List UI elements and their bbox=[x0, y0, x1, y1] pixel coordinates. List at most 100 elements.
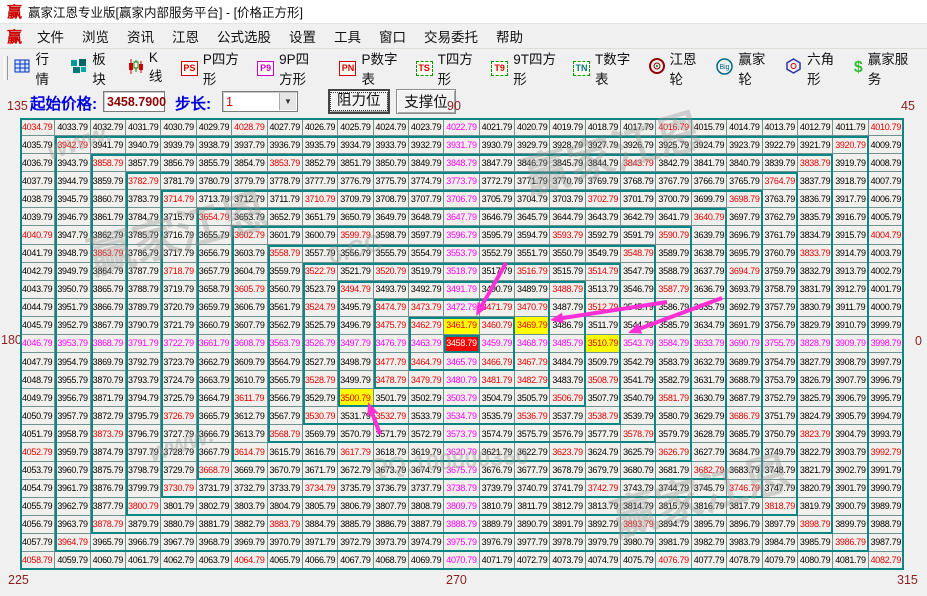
price-cell[interactable]: 3931.79 bbox=[444, 136, 479, 154]
price-cell[interactable]: 3646.79 bbox=[480, 208, 515, 226]
price-cell[interactable]: 4005.79 bbox=[869, 208, 904, 226]
price-cell[interactable]: 3586.79 bbox=[656, 299, 691, 317]
price-cell[interactable]: 3918.79 bbox=[833, 172, 868, 190]
price-cell[interactable]: 3465.79 bbox=[444, 353, 479, 371]
price-cell[interactable]: 3647.79 bbox=[444, 208, 479, 226]
price-cell[interactable]: 3561.79 bbox=[268, 299, 303, 317]
price-cell[interactable]: 3479.79 bbox=[409, 371, 444, 389]
price-cell[interactable]: 3505.79 bbox=[515, 389, 550, 407]
price-cell[interactable]: 3834.79 bbox=[798, 226, 833, 244]
price-cell[interactable]: 3995.79 bbox=[869, 389, 904, 407]
price-cell[interactable]: 3735.79 bbox=[338, 480, 373, 498]
price-cell[interactable]: 3779.79 bbox=[232, 172, 267, 190]
price-cell[interactable]: 4021.79 bbox=[480, 118, 515, 136]
price-cell[interactable]: 3471.79 bbox=[480, 299, 515, 317]
price-cell[interactable]: 4062.79 bbox=[161, 552, 196, 570]
price-cell[interactable]: 3712.79 bbox=[232, 190, 267, 208]
price-cell[interactable]: 3994.79 bbox=[869, 407, 904, 425]
price-cell[interactable]: 3825.79 bbox=[798, 389, 833, 407]
price-cell[interactable]: 3600.79 bbox=[303, 226, 338, 244]
price-cell[interactable]: 3765.79 bbox=[727, 172, 762, 190]
price-cell[interactable]: 3627.79 bbox=[692, 443, 727, 461]
price-cell[interactable]: 3656.79 bbox=[197, 245, 232, 263]
price-cell[interactable]: 3525.79 bbox=[303, 317, 338, 335]
price-cell[interactable]: 3789.79 bbox=[126, 299, 161, 317]
price-cell[interactable]: 3538.79 bbox=[586, 407, 621, 425]
price-cell[interactable]: 4030.79 bbox=[161, 118, 196, 136]
price-cell[interactable]: 3893.79 bbox=[621, 516, 656, 534]
price-cell[interactable]: 3744.79 bbox=[656, 480, 691, 498]
price-cell[interactable]: 3613.79 bbox=[232, 425, 267, 443]
price-cell[interactable]: 3653.79 bbox=[232, 208, 267, 226]
price-cell[interactable]: 3702.79 bbox=[586, 190, 621, 208]
price-cell[interactable]: 3892.79 bbox=[586, 516, 621, 534]
price-cell[interactable]: 3667.79 bbox=[197, 443, 232, 461]
price-cell[interactable]: 3859.79 bbox=[91, 172, 126, 190]
price-cell[interactable]: 3693.79 bbox=[727, 281, 762, 299]
price-cell[interactable]: 3971.79 bbox=[303, 534, 338, 552]
price-cell[interactable]: 3556.79 bbox=[338, 245, 373, 263]
price-cell[interactable]: 3978.79 bbox=[550, 534, 585, 552]
price-cell[interactable]: 3658.79 bbox=[197, 281, 232, 299]
price-cell[interactable]: 4056.79 bbox=[20, 516, 55, 534]
price-cell[interactable]: 3508.79 bbox=[586, 371, 621, 389]
price-cell[interactable]: 4025.79 bbox=[338, 118, 373, 136]
price-cell[interactable]: 3664.79 bbox=[197, 389, 232, 407]
price-cell[interactable]: 3782.79 bbox=[126, 172, 161, 190]
price-cell[interactable]: 3970.79 bbox=[268, 534, 303, 552]
price-cell[interactable]: 3501.79 bbox=[374, 389, 409, 407]
price-cell[interactable]: 4018.79 bbox=[586, 118, 621, 136]
price-cell[interactable]: 3676.79 bbox=[480, 462, 515, 480]
price-cell-highlighted[interactable]: 3510.79 bbox=[586, 335, 621, 353]
price-cell[interactable]: 3595.79 bbox=[480, 226, 515, 244]
price-cell[interactable]: 3895.79 bbox=[692, 516, 727, 534]
price-cell[interactable]: 3845.79 bbox=[550, 154, 585, 172]
price-cell[interactable]: 3938.79 bbox=[197, 136, 232, 154]
price-cell[interactable]: 3966.79 bbox=[126, 534, 161, 552]
price-cell[interactable]: 4042.79 bbox=[20, 263, 55, 281]
price-cell[interactable]: 3885.79 bbox=[338, 516, 373, 534]
price-cell[interactable]: 3548.79 bbox=[621, 245, 656, 263]
price-cell[interactable]: 3577.79 bbox=[586, 425, 621, 443]
price-cell[interactable]: 3685.79 bbox=[727, 425, 762, 443]
price-cell[interactable]: 3697.79 bbox=[727, 208, 762, 226]
price-cell[interactable]: 3714.79 bbox=[161, 190, 196, 208]
price-cell[interactable]: 3618.79 bbox=[374, 443, 409, 461]
price-cell[interactable]: 3979.79 bbox=[586, 534, 621, 552]
price-cell[interactable]: 3953.79 bbox=[55, 335, 90, 353]
menu-item-文件[interactable]: 文件 bbox=[28, 26, 73, 46]
price-cell[interactable]: 4044.79 bbox=[20, 299, 55, 317]
toolbar-item-行情[interactable]: 行情 bbox=[14, 48, 54, 88]
price-cell[interactable]: 3937.79 bbox=[232, 136, 267, 154]
price-cell[interactable]: 3943.79 bbox=[55, 154, 90, 172]
price-cell[interactable]: 3533.79 bbox=[409, 407, 444, 425]
price-cell[interactable]: 3846.79 bbox=[515, 154, 550, 172]
price-cell[interactable]: 3585.79 bbox=[656, 317, 691, 335]
price-cell[interactable]: 3760.79 bbox=[763, 245, 798, 263]
price-cell[interactable]: 3606.79 bbox=[232, 299, 267, 317]
price-cell[interactable]: 3748.79 bbox=[763, 462, 798, 480]
price-cell[interactable]: 3534.79 bbox=[444, 407, 479, 425]
price-cell[interactable]: 3934.79 bbox=[338, 136, 373, 154]
price-cell[interactable]: 3715.79 bbox=[161, 208, 196, 226]
price-cell[interactable]: 3588.79 bbox=[656, 263, 691, 281]
price-cell[interactable]: 4002.79 bbox=[869, 263, 904, 281]
price-cell[interactable]: 4007.79 bbox=[869, 172, 904, 190]
price-cell[interactable]: 3757.79 bbox=[763, 299, 798, 317]
price-cell[interactable]: 3940.79 bbox=[126, 136, 161, 154]
price-cell[interactable]: 3769.79 bbox=[586, 172, 621, 190]
price-cell[interactable]: 3486.79 bbox=[550, 317, 585, 335]
price-cell[interactable]: 3569.79 bbox=[303, 425, 338, 443]
price-cell[interactable]: 3838.79 bbox=[798, 154, 833, 172]
price-cell[interactable]: 3902.79 bbox=[833, 462, 868, 480]
price-cell[interactable]: 3740.79 bbox=[515, 480, 550, 498]
toolbar-item-P数字表[interactable]: PNP数字表 bbox=[339, 48, 398, 88]
price-cell[interactable]: 4054.79 bbox=[20, 480, 55, 498]
price-cell-highlighted[interactable]: 3461.79 bbox=[444, 317, 479, 335]
price-cell[interactable]: 3798.79 bbox=[126, 462, 161, 480]
price-cell[interactable]: 3526.79 bbox=[303, 335, 338, 353]
price-cell[interactable]: 3745.79 bbox=[692, 480, 727, 498]
price-cell[interactable]: 3788.79 bbox=[126, 281, 161, 299]
price-cell[interactable]: 3955.79 bbox=[55, 371, 90, 389]
price-cell[interactable]: 3654.79 bbox=[197, 208, 232, 226]
